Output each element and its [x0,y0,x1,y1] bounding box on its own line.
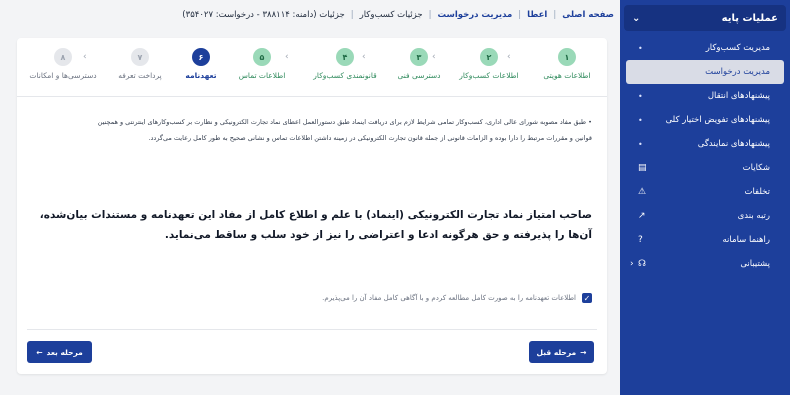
step-label: دسترسی‌ها و امکانات [29,71,97,80]
sidebar-item-help[interactable]: راهنما سامانه ? [620,228,790,252]
sidebar-item-violations[interactable]: تخلفات ⚠ [620,180,790,204]
sidebar-header-label: عملیات پایه [721,12,778,24]
sidebar-item-complaints[interactable]: شکایات ▤ [620,156,790,180]
sidebar-submenu: مدیریت کسب‌وکار • مدیریت درخواست پیشنهاد… [620,36,790,156]
sidebar-item-transfer-proposals[interactable]: پیشنهادهای انتقال • [620,84,790,108]
step-identity[interactable]: ۱ اطلاعات هویتی [527,48,607,80]
step-number: ۴ [336,48,354,66]
sidebar-item-label: پیشنهادهای انتقال [707,91,770,101]
warning-icon: ⚠ [638,187,647,197]
step-number: ۸ [54,48,72,66]
step-business-info[interactable]: ۲ اطلاعات کسب‌وکار [449,48,529,80]
confirm-checkbox[interactable]: ✓ [582,293,592,303]
previous-step-button[interactable]: → مرحله قبل [529,341,594,363]
sidebar: عملیات پایه ⌄ مدیریت کسب‌وکار • مدیریت د… [620,0,790,395]
dot-icon: • [638,115,643,125]
sidebar-item-label: رتبه بندی [737,211,770,221]
dot-icon: • [638,91,643,101]
step-access-features[interactable]: ۸ دسترسی‌ها و امکانات [23,48,103,80]
sidebar-item-label: پیشنهادهای نمایندگی [697,139,770,149]
stepper: ۱ اطلاعات هویتی ‹ ۲ اطلاعات کسب‌وکار ‹ ۳… [17,48,607,88]
sidebar-header-base-operations[interactable]: عملیات پایه ⌄ [624,5,786,31]
sidebar-item-label: راهنما سامانه [722,235,771,245]
breadcrumb: صفحه اصلی | اعطا | مدیریت درخواست | جزئی… [182,10,614,20]
breadcrumb-enamad[interactable]: اعطا [527,10,547,20]
headset-icon: ☊ [638,259,646,269]
commitment-card: ۱ اطلاعات هویتی ‹ ۲ اطلاعات کسب‌وکار ‹ ۳… [17,38,607,374]
step-legality[interactable]: ۴ قانونمندی کسب‌وکار [305,48,385,80]
sidebar-item-delegation-proposals[interactable]: پیشنهادهای تفویض اختیار کلی • [620,108,790,132]
chevron-down-icon: ⌄ [632,12,641,24]
sidebar-main-menu: شکایات ▤ تخلفات ⚠ رتبه بندی ↗ راهنما سام… [620,156,790,276]
commitment-text: • طبق مفاد مصوبه شورای عالی اداری، کسب‌و… [37,100,592,146]
sidebar-item-support[interactable]: پشتیبانی ☊ ‹ [620,252,790,276]
sidebar-item-request-management[interactable]: مدیریت درخواست [626,60,784,84]
trend-icon: ↗ [638,211,646,221]
step-number: ۵ [253,48,271,66]
arrow-right-icon: → [580,347,587,357]
breadcrumb-details: جزئیات (دامنه: ۳۸۸۱۱۴ - درخواست: ۳۵۴۰۲۷) [182,10,345,20]
commitment-bullet-continued: قوانین و مقررات مرتبط را دارا بوده و الز… [148,134,592,142]
document-icon: ▤ [638,163,647,173]
sidebar-item-business-management[interactable]: مدیریت کسب‌وکار • [620,36,790,60]
help-icon: ? [638,235,643,245]
step-payment[interactable]: ۷ پرداخت تعرفه [100,48,180,80]
sidebar-item-label: پیشنهادهای تفویض اختیار کلی [665,115,770,125]
next-step-label: مرحله بعد [46,347,83,357]
divider [17,96,607,97]
breadcrumb-separator: | [553,10,557,20]
sidebar-item-label: پشتیبانی [740,259,770,269]
faded-previous-line [37,100,592,114]
previous-step-label: مرحله قبل [536,347,577,357]
step-label: اطلاعات هویتی [543,71,591,80]
sidebar-item-agency-proposals[interactable]: پیشنهادهای نمایندگی • [620,132,790,156]
confirm-row[interactable]: ✓ اطلاعات تعهدنامه را به صورت کامل مطالع… [37,293,592,303]
sidebar-item-label: تخلفات [744,187,770,197]
step-number: ۷ [131,48,149,66]
breadcrumb-separator: | [428,10,432,20]
step-technical-access[interactable]: ۳ دسترسی فنی [379,48,459,80]
sidebar-item-ranking[interactable]: رتبه بندی ↗ [620,204,790,228]
sidebar-item-label: شکایات [742,163,770,173]
sidebar-item-label: مدیریت کسب‌وکار [705,43,770,53]
sidebar-item-label: مدیریت درخواست [705,67,770,77]
breadcrumb-separator: | [518,10,522,20]
commitment-statement: صاحب امتیاز نماد تجارت الکترونیکی (اینما… [39,209,592,241]
step-number: ۲ [480,48,498,66]
breadcrumb-home[interactable]: صفحه اصلی [562,10,614,20]
dot-icon: • [638,139,643,149]
breadcrumb-current: جزئیات کسب‌وکار [359,10,423,20]
step-label: دسترسی فنی [397,71,441,80]
divider [27,329,597,330]
step-label: پرداخت تعرفه [118,71,162,80]
step-number: ۱ [558,48,576,66]
step-number: ۶ [192,48,210,66]
next-step-button[interactable]: مرحله بعد ← [27,341,92,363]
chevron-left-icon: ‹ [630,259,634,269]
breadcrumb-separator: | [350,10,354,20]
step-number: ۳ [410,48,428,66]
arrow-left-icon: ← [36,347,43,357]
commitment-bullet: • طبق مفاد مصوبه شورای عالی اداری، کسب‌و… [97,118,592,126]
step-label: اطلاعات کسب‌وکار [459,71,519,80]
breadcrumb-requests[interactable]: مدیریت درخواست [437,10,512,20]
step-label: قانونمندی کسب‌وکار [313,71,377,80]
dot-icon: • [638,43,643,53]
confirm-label: اطلاعات تعهدنامه را به صورت کامل مطالعه … [322,294,576,302]
